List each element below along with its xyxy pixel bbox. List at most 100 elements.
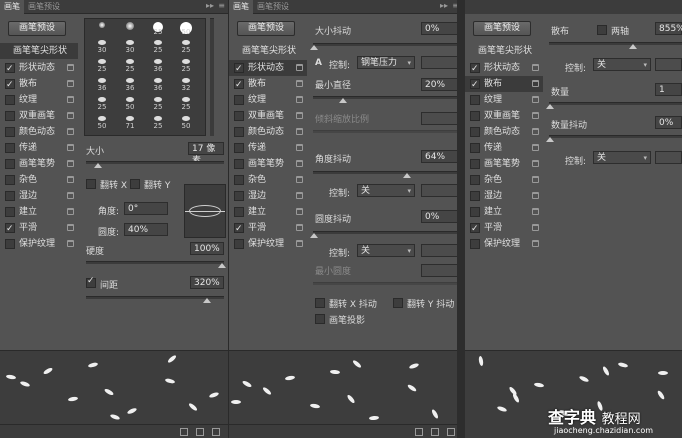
sidebar-item-5[interactable]: 颜色动态 — [229, 124, 307, 140]
flip-y-jitter-checkbox[interactable] — [393, 298, 403, 308]
lock-icon[interactable] — [296, 128, 303, 135]
tab-brush-presets[interactable]: 画笔预设 — [253, 0, 293, 14]
setting-checkbox[interactable] — [470, 111, 480, 121]
toggle-hardness-icon[interactable] — [447, 428, 455, 436]
sidebar-item-3[interactable]: 纹理 — [465, 92, 543, 108]
hardness-slider[interactable] — [86, 261, 226, 268]
brush-tip-grid[interactable]: 25 50 30 30 25 25 25 25 36 25 36 36 36 32 25 50 25 25 50 71… — [84, 18, 206, 136]
lock-icon[interactable] — [67, 208, 74, 215]
setting-checkbox[interactable] — [470, 191, 480, 201]
setting-checkbox[interactable] — [234, 221, 244, 237]
brush-tip-cell[interactable]: 36 — [89, 77, 115, 93]
hardness-slider-thumb[interactable] — [218, 263, 226, 268]
sidebar-item-5[interactable]: 颜色动态 — [0, 124, 78, 140]
collapse-icon[interactable]: ▸▸ — [440, 1, 448, 10]
sidebar-item-1[interactable]: 形状动态 — [465, 60, 543, 77]
setting-checkbox[interactable] — [5, 111, 15, 121]
panel-menu-icon[interactable]: ≡ — [218, 1, 225, 10]
setting-checkbox[interactable] — [234, 239, 244, 249]
brush-tip-cell[interactable]: 50 — [89, 115, 115, 131]
angle-roundness-widget[interactable] — [184, 184, 226, 238]
lock-icon[interactable] — [67, 112, 74, 119]
lock-icon[interactable] — [296, 176, 303, 183]
lock-icon[interactable] — [67, 144, 74, 151]
setting-checkbox[interactable] — [470, 61, 480, 77]
new-brush-icon[interactable] — [196, 428, 204, 436]
sidebar-item-11[interactable]: 平滑 — [465, 220, 543, 237]
setting-checkbox[interactable] — [470, 207, 480, 217]
sidebar-item-2[interactable]: 散布 — [465, 76, 543, 93]
lock-icon[interactable] — [296, 192, 303, 199]
lock-icon[interactable] — [67, 128, 74, 135]
setting-checkbox[interactable] — [470, 95, 480, 105]
new-brush-icon[interactable] — [431, 428, 439, 436]
hardness-input[interactable]: 100% — [190, 242, 224, 255]
lock-icon[interactable] — [532, 240, 539, 247]
min-diameter-input[interactable]: 20% — [421, 78, 459, 91]
count-input[interactable]: 1 — [655, 83, 682, 96]
brush-presets-button[interactable]: 画笔预设 — [237, 21, 295, 36]
min-diameter-slider-thumb[interactable] — [339, 98, 347, 103]
lock-icon[interactable] — [532, 160, 539, 167]
toggle-hardness-icon[interactable] — [212, 428, 220, 436]
lock-icon[interactable] — [532, 80, 539, 87]
setting-checkbox[interactable] — [234, 207, 244, 217]
roundness-input[interactable]: 40% — [124, 223, 168, 236]
brush-tip-cell[interactable]: 30 — [89, 39, 115, 55]
roundness-jitter-slider-thumb[interactable] — [310, 233, 318, 238]
brush-tip-cell[interactable]: 71 — [117, 115, 143, 131]
brush-tip-cell[interactable]: 36 — [145, 58, 171, 74]
sidebar-item-3[interactable]: 纹理 — [229, 92, 307, 108]
setting-checkbox[interactable] — [234, 159, 244, 169]
sidebar-item-12[interactable]: 保护纹理 — [0, 236, 78, 252]
sidebar-item-tip-shape[interactable]: 画笔笔尖形状 — [229, 43, 307, 59]
sidebar-item-9[interactable]: 湿边 — [0, 188, 78, 204]
sidebar-item-8[interactable]: 杂色 — [465, 172, 543, 188]
setting-checkbox[interactable] — [5, 143, 15, 153]
sidebar-item-6[interactable]: 传递 — [465, 140, 543, 156]
lock-icon[interactable] — [296, 112, 303, 119]
lock-icon[interactable] — [67, 64, 74, 71]
flip-y-checkbox[interactable] — [130, 179, 140, 189]
roundness-jitter-input[interactable]: 0% — [421, 210, 459, 223]
sidebar-item-9[interactable]: 湿边 — [229, 188, 307, 204]
control-select-1[interactable]: 钢笔压力 ▾ — [357, 56, 415, 69]
count-jitter-slider-thumb[interactable] — [546, 137, 554, 142]
lock-icon[interactable] — [67, 240, 74, 247]
sidebar-item-6[interactable]: 传递 — [229, 140, 307, 156]
setting-checkbox[interactable] — [5, 159, 15, 169]
setting-checkbox[interactable] — [470, 221, 480, 237]
lock-icon[interactable] — [532, 144, 539, 151]
brush-tip-cell[interactable]: 25 — [89, 96, 115, 112]
collapse-icon[interactable]: ▸▸ — [206, 1, 214, 10]
brush-tip-cell[interactable]: 25 — [145, 115, 171, 131]
brush-tip-cell[interactable]: 32 — [173, 77, 199, 93]
spacing-slider[interactable] — [86, 296, 224, 303]
size-input[interactable]: 17 像素 — [188, 142, 224, 166]
setting-checkbox[interactable] — [470, 175, 480, 185]
delete-icon[interactable] — [415, 428, 423, 436]
flip-x-jitter-checkbox[interactable] — [315, 298, 325, 308]
brush-presets-button[interactable]: 画笔预设 — [8, 21, 66, 36]
tab-brush[interactable]: 画笔 — [229, 0, 253, 14]
sidebar-item-2[interactable]: 散布 — [229, 76, 307, 93]
sidebar-item-8[interactable]: 杂色 — [229, 172, 307, 188]
setting-checkbox[interactable] — [234, 77, 244, 93]
brush-tip-cell[interactable]: 25 — [173, 96, 199, 112]
sidebar-item-tip-shape[interactable]: 画笔笔尖形状 — [465, 43, 543, 59]
control-select-2[interactable]: 关 ▾ — [357, 184, 415, 197]
size-slider[interactable] — [86, 161, 224, 168]
lock-icon[interactable] — [67, 96, 74, 103]
min-diameter-slider[interactable] — [313, 96, 459, 103]
sidebar-item-4[interactable]: 双重画笔 — [0, 108, 78, 124]
brush-tip-cell[interactable] — [89, 21, 115, 37]
lock-icon[interactable] — [532, 64, 539, 71]
grid-scrollbar[interactable] — [210, 18, 214, 136]
lock-icon[interactable] — [296, 144, 303, 151]
lock-icon[interactable] — [296, 208, 303, 215]
control-select-3[interactable]: 关 ▾ — [357, 244, 415, 257]
setting-checkbox[interactable] — [234, 61, 244, 77]
brush-tip-cell[interactable]: 50 — [173, 21, 199, 37]
angle-input[interactable]: 0° — [124, 202, 168, 215]
lock-icon[interactable] — [532, 224, 539, 231]
